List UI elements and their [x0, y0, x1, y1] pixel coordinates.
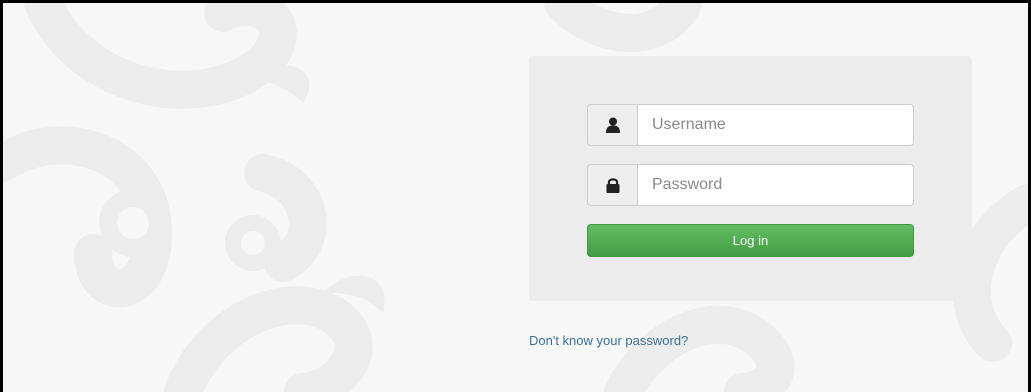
lock-icon	[587, 164, 637, 206]
user-icon	[587, 104, 637, 146]
login-page: Log in Don't know your password?	[0, 0, 1031, 392]
forgot-password-link[interactable]: Don't know your password?	[529, 333, 688, 348]
password-input[interactable]	[637, 164, 914, 206]
username-input[interactable]	[637, 104, 914, 146]
login-panel: Log in	[529, 56, 972, 301]
username-group	[587, 104, 914, 146]
login-button[interactable]: Log in	[587, 224, 914, 257]
password-group	[587, 164, 914, 206]
